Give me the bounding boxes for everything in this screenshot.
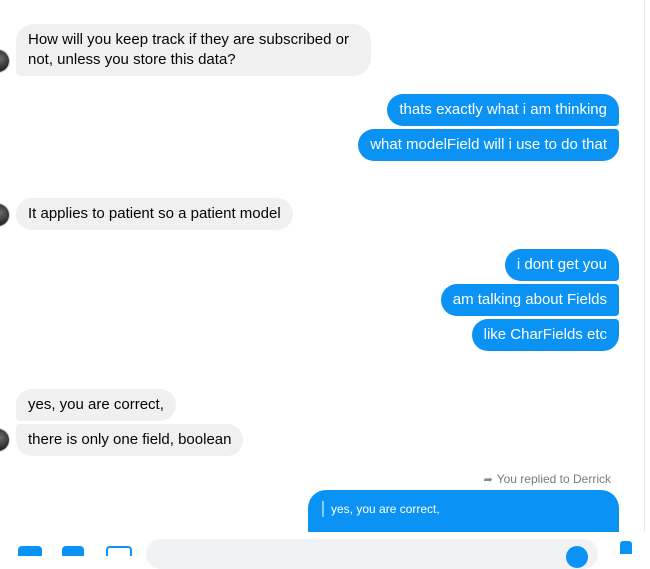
thread-divider [644,0,645,554]
message-incoming[interactable]: there is only one field, boolean [16,424,244,456]
message-text: what modelField will i use to do that [370,136,607,153]
reply-label: You replied to Derrick [496,472,611,486]
contact-avatar[interactable] [0,50,9,72]
quoted-text: yes, you are correct, [331,502,440,516]
message-outgoing[interactable]: am talking about Fields [440,284,619,316]
message-text: It applies to patient so a patient model [28,205,281,222]
message-input[interactable] [146,539,598,569]
sticker-icon[interactable] [106,546,132,556]
message-incoming[interactable]: How will you keep track if they are subs… [16,24,371,76]
quote-bar [322,500,324,517]
emoji-icon[interactable] [566,546,588,568]
reply-message[interactable]: yes, you are correct, [308,490,619,538]
message-incoming[interactable]: yes, you are correct, [16,389,176,421]
contact-avatar[interactable] [0,429,9,451]
message-outgoing[interactable]: like CharFields etc [471,319,619,351]
media-icon[interactable] [18,546,42,556]
message-outgoing[interactable]: i dont get you [504,249,619,281]
gif-icon[interactable] [62,546,84,556]
like-icon[interactable] [620,541,632,554]
message-text: thats exactly what i am thinking [399,101,607,118]
message-text: like CharFields etc [483,326,607,343]
message-text: i dont get you [516,256,607,273]
message-outgoing[interactable]: what modelField will i use to do that [358,129,619,161]
contact-avatar[interactable] [0,204,9,226]
message-text: yes, you are correct, [28,396,164,413]
message-incoming[interactable]: It applies to patient so a patient model [16,198,293,230]
message-text: there is only one field, boolean [28,431,232,448]
reply-arrow-icon: ➦ [483,474,493,486]
reply-indicator: ➦ You replied to Derrick [484,472,612,486]
message-outgoing[interactable]: thats exactly what i am thinking [387,94,619,126]
message-text: How will you keep track if they are subs… [28,31,349,68]
message-thread: How will you keep track if they are subs… [0,0,650,554]
message-text: am talking about Fields [452,291,607,308]
